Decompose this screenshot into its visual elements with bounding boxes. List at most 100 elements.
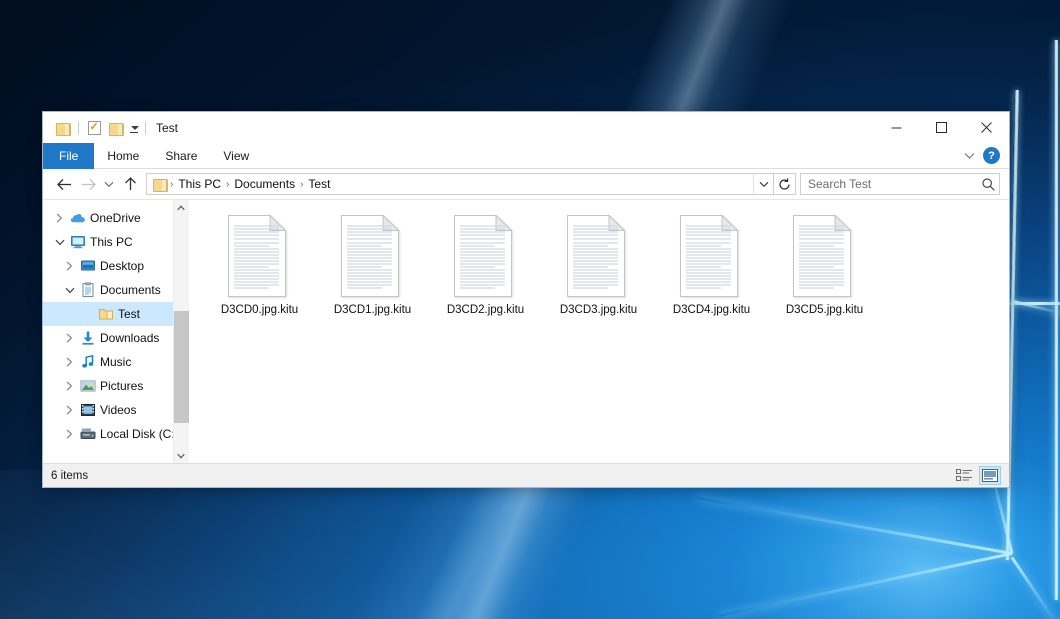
breadcrumb: › This PC › Documents › Test [169,177,753,191]
file-name-label: D3CD1.jpg.kitu [334,304,411,316]
qat-divider-1 [78,121,79,135]
file-name-label: D3CD4.jpg.kitu [673,304,750,316]
chevron-right-icon[interactable] [61,405,78,415]
file-name-label: D3CD5.jpg.kitu [786,304,863,316]
sidebar-item-music[interactable]: Music [43,350,173,374]
new-folder-icon[interactable] [105,117,127,139]
chevron-down-icon[interactable] [61,287,78,294]
sidebar-item-downloads[interactable]: Downloads [43,326,173,350]
sidebar-item-label: Pictures [100,379,143,393]
chevron-right-icon[interactable] [61,261,78,271]
breadcrumb-item-test[interactable]: Test [304,177,334,191]
scroll-down-arrow-icon[interactable] [174,448,189,463]
music-icon [78,354,97,370]
search-input[interactable] [808,177,982,191]
ribbon-right-controls: ? [961,143,1009,168]
item-count-label: 6 items [51,470,88,482]
search-icon [982,178,995,191]
thispc-icon [68,234,87,250]
address-dropdown-chevron-down-icon[interactable] [753,174,773,194]
address-breadcrumb-bar[interactable]: › This PC › Documents › Test [146,173,774,195]
folder-icon[interactable] [52,117,74,139]
large-icons-view-button[interactable] [979,466,1001,485]
tab-home[interactable]: Home [94,143,152,169]
sidebar-item-label: Local Disk (C:) [100,427,173,441]
scroll-up-arrow-icon[interactable] [174,200,189,215]
sidebar-item-documents[interactable]: Documents [43,278,173,302]
scrollbar-track[interactable] [174,215,189,448]
file-item[interactable]: D3CD2.jpg.kitu [429,212,542,330]
sidebar-item-test[interactable]: Test [43,302,173,326]
chevron-down-icon[interactable] [51,239,68,246]
tab-file[interactable]: File [43,143,94,169]
tab-view[interactable]: View [210,143,262,169]
generic-document-icon [227,214,293,298]
chevron-right-icon[interactable] [51,213,68,223]
file-list-pane[interactable]: D3CD0.jpg.kitu D3CD1.jpg.kitu D3CD2.jpg.ki… [189,200,1009,463]
address-bar: › This PC › Documents › Test [43,169,1009,199]
close-button[interactable] [964,112,1009,143]
window-controls [874,112,1009,143]
file-item[interactable]: D3CD3.jpg.kitu [542,212,655,330]
sidebar-item-this-pc[interactable]: This PC [43,230,173,254]
generic-document-icon [792,214,858,298]
generic-document-icon [679,214,745,298]
generic-document-icon [566,214,632,298]
sidebar-item-label: Documents [100,283,161,297]
sidebar-item-label: Desktop [100,259,144,273]
chevron-right-icon[interactable] [61,357,78,367]
forward-button[interactable] [76,172,100,196]
file-item[interactable]: D3CD5.jpg.kitu [768,212,881,330]
file-name-label: D3CD0.jpg.kitu [221,304,298,316]
sidebar-item-label: Test [118,307,140,321]
properties-icon[interactable] [83,117,105,139]
navigation-scrollbar[interactable] [173,200,188,463]
tab-share[interactable]: Share [152,143,210,169]
details-view-button[interactable] [953,466,975,485]
help-icon[interactable]: ? [983,147,1000,164]
folder-icon [96,306,115,322]
back-button[interactable] [52,172,76,196]
view-mode-buttons [953,466,1001,485]
maximize-button[interactable] [919,112,964,143]
window-body: OneDrive This PC Desktop Documents Test Downl… [43,199,1009,463]
sidebar-item-desktop[interactable]: Desktop [43,254,173,278]
desktop: Test File Home Share View [0,0,1060,619]
sidebar-item-onedrive[interactable]: OneDrive [43,206,173,230]
sidebar-item-videos[interactable]: Videos [43,398,173,422]
file-name-label: D3CD2.jpg.kitu [447,304,524,316]
file-item[interactable]: D3CD1.jpg.kitu [316,212,429,330]
pictures-icon [78,378,97,394]
minimize-button[interactable] [874,112,919,143]
refresh-icon[interactable] [774,173,796,195]
logo-ray-2 [718,552,1012,617]
videos-icon [78,402,97,418]
window-title: Test [156,121,178,135]
file-item[interactable]: D3CD4.jpg.kitu [655,212,768,330]
sidebar-item-local-disk-c[interactable]: Local Disk (C:) [43,422,173,446]
chevron-down-icon[interactable] [127,126,141,130]
sidebar-item-label: This PC [90,235,133,249]
documents-icon [78,282,97,298]
chevron-right-icon[interactable] [61,429,78,439]
ribbon-tab-bar: File Home Share View ? [43,143,1009,169]
scrollbar-thumb[interactable] [174,311,189,423]
breadcrumb-item-documents[interactable]: Documents [230,177,299,191]
logo-vertical-line-2 [1054,40,1058,600]
chevron-right-icon[interactable] [61,333,78,343]
downloads-icon [78,330,97,346]
recent-locations-chevron-down-icon[interactable] [100,172,118,196]
expand-ribbon-chevron-down-icon[interactable] [961,148,977,164]
chevron-right-icon[interactable] [61,381,78,391]
desktop-icon [78,258,97,274]
breadcrumb-item-this-pc[interactable]: This PC [174,177,225,191]
title-bar: Test [43,112,1009,143]
sidebar-item-pictures[interactable]: Pictures [43,374,173,398]
drive-icon [78,426,97,442]
sidebar-item-label: Music [100,355,131,369]
onedrive-icon [68,210,87,226]
up-button[interactable] [118,172,142,196]
file-item[interactable]: D3CD0.jpg.kitu [203,212,316,330]
quick-access-toolbar: Test [43,117,178,139]
search-box[interactable] [800,173,1000,195]
